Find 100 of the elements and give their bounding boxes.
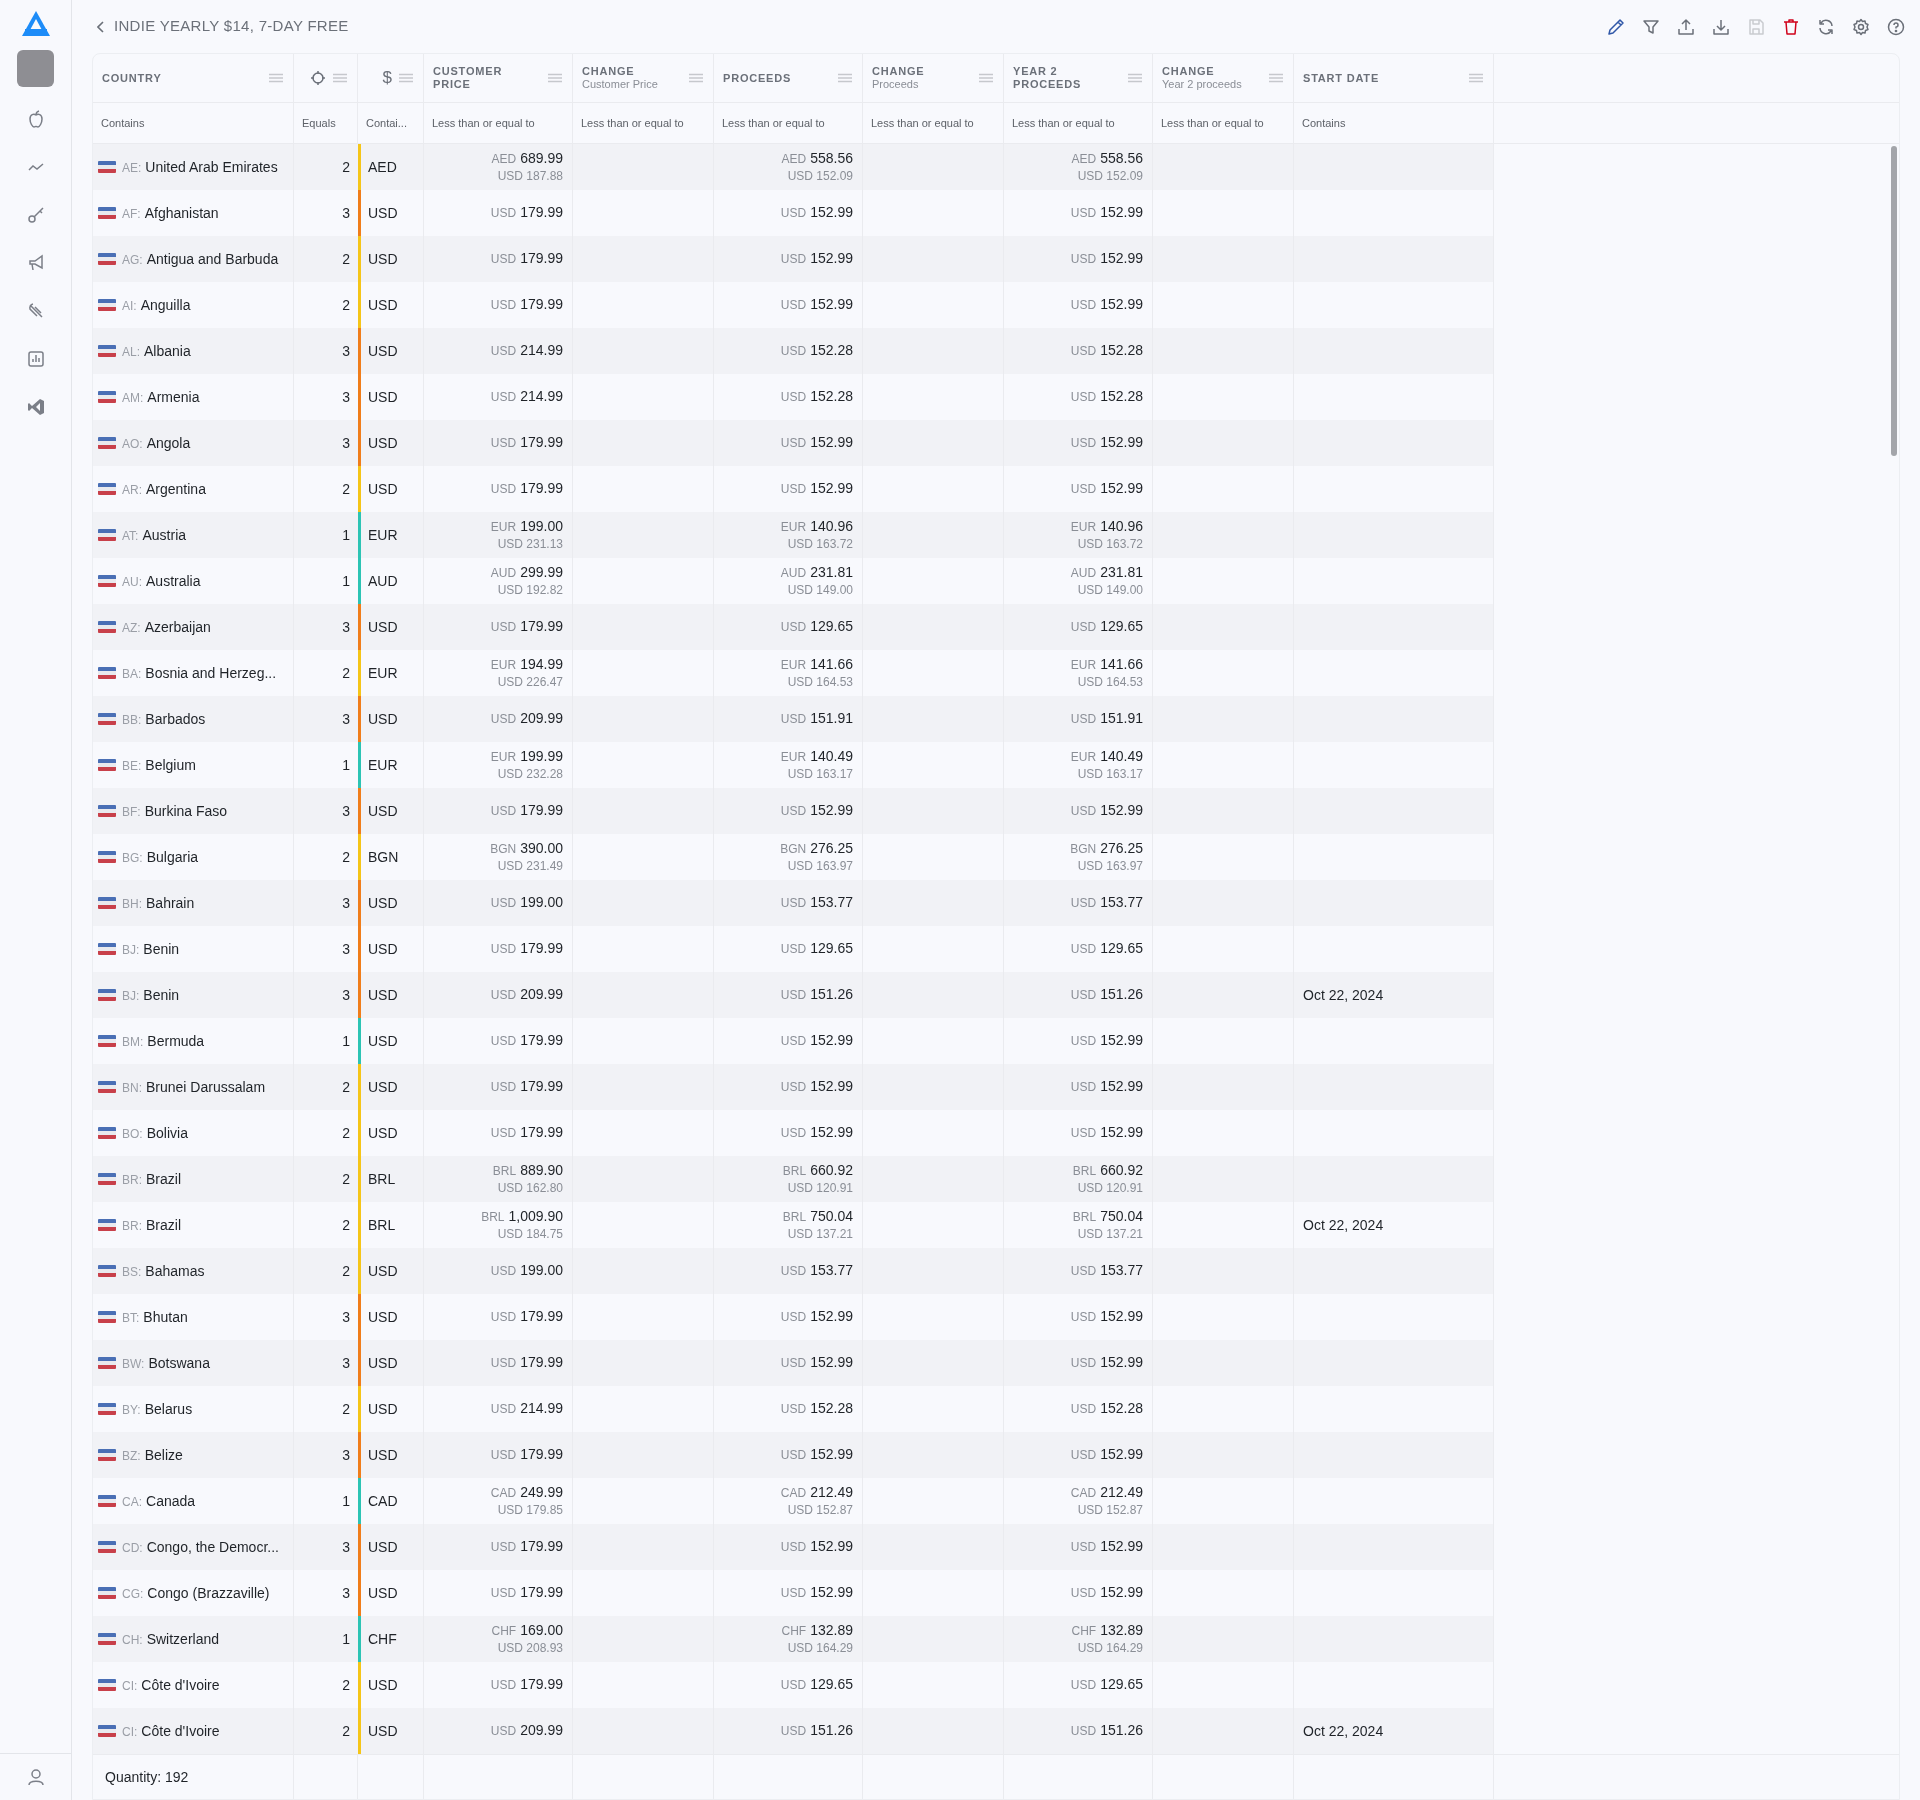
- converted-price: USD 152.09: [787, 167, 853, 185]
- currency-code: USD: [1070, 343, 1097, 360]
- country-code: BJ:: [122, 987, 140, 1005]
- app-logo[interactable]: [20, 10, 51, 38]
- table-row[interactable]: BB: Barbados 3 USD USD 209.99 USD 151.91 USD 151.91: [93, 696, 1494, 742]
- table-row[interactable]: AE: United Arab Emirates 2 AED AED 689.99 USD 187.88 AED 558.56 USD 152.09 AED 558.56 USD 152.09: [93, 144, 1494, 190]
- country-code: AR:: [122, 481, 142, 499]
- converted-price: USD 152.87: [1077, 1501, 1143, 1519]
- table-row[interactable]: BN: Brunei Darussalam 2 USD USD 179.99 USD 152.99 USD 152.99: [93, 1064, 1494, 1110]
- currency-code: USD: [1070, 711, 1097, 728]
- country-code: BY:: [122, 1401, 141, 1419]
- table-row[interactable]: BW: Botswana 3 USD USD 179.99 USD 152.99 USD 152.99: [93, 1340, 1494, 1386]
- country-code: BO:: [122, 1125, 143, 1143]
- filter-field[interactable]: Contains: [1298, 111, 1489, 135]
- price-amount: 209.99: [520, 710, 563, 727]
- tier-number: 2: [342, 1169, 350, 1189]
- currency-code: USD: [490, 1033, 517, 1050]
- country-name: Bahrain: [146, 893, 195, 913]
- currency-code: USD: [490, 251, 517, 268]
- price-amount: 152.99: [810, 250, 853, 267]
- country-name: United Arab Emirates: [145, 157, 278, 177]
- table-row[interactable]: AT: Austria 1 EUR EUR 199.00 USD 231.13 EUR 140.96 USD 163.72 EUR 140.96 USD 163.72: [93, 512, 1494, 558]
- tier-number: 3: [342, 203, 350, 223]
- flag-icon: [98, 207, 116, 219]
- table-row[interactable]: BR: Brazil 2 BRL BRL 889.90 USD 162.80 BRL 660.92 USD 120.91 BRL 660.92 USD 120.91: [93, 1156, 1494, 1202]
- currency-code: USD: [490, 1309, 517, 1326]
- currency-code: USD: [780, 941, 807, 958]
- table-row[interactable]: AZ: Azerbaijan 3 USD USD 179.99 USD 129.65 USD 129.65: [93, 604, 1494, 650]
- table-row[interactable]: BS: Bahamas 2 USD USD 199.00 USD 153.77 USD 153.77: [93, 1248, 1494, 1294]
- price-amount: 276.25: [810, 839, 853, 857]
- price-amount: 179.99: [520, 204, 563, 221]
- table-row[interactable]: BJ: Benin 3 USD USD 209.99 USD 151.26 USD 151.26 Oct 22, 2024: [93, 972, 1494, 1018]
- price-amount: 209.99: [520, 1722, 563, 1739]
- price-amount: 140.96: [1100, 517, 1143, 535]
- table-row[interactable]: CI: Côte d'Ivoire 2 USD USD 209.99 USD 151.26 USD 151.26 Oct 22, 2024: [93, 1708, 1494, 1754]
- apple-icon[interactable]: [26, 109, 45, 129]
- flag-icon: [98, 943, 116, 955]
- price-amount: 153.77: [1100, 894, 1143, 911]
- filter-field[interactable]: Less than or equal to: [577, 111, 709, 135]
- table-row[interactable]: AL: Albania 3 USD USD 214.99 USD 152.28 USD 152.28: [93, 328, 1494, 374]
- price-amount: 750.04: [1100, 1207, 1143, 1225]
- filter-field[interactable]: Less than or equal to: [1157, 111, 1289, 135]
- filter-field[interactable]: Less than or equal to: [428, 111, 568, 135]
- bar-chart-icon[interactable]: [26, 349, 45, 369]
- price-amount: 179.99: [520, 1124, 563, 1141]
- country-code: AU:: [122, 573, 142, 591]
- user-icon[interactable]: [26, 1768, 45, 1786]
- currency-code: USD: [490, 1401, 517, 1418]
- app-avatar[interactable]: [17, 50, 54, 87]
- filter-field[interactable]: Less than or equal to: [1008, 111, 1148, 135]
- tier-number: 3: [342, 1537, 350, 1557]
- currency-code: USD: [1070, 1401, 1097, 1418]
- currency-code: USD: [490, 1355, 517, 1372]
- table-row[interactable]: AG: Antigua and Barbuda 2 USD USD 179.99 USD 152.99 USD 152.99: [93, 236, 1494, 282]
- filter-field[interactable]: Contai...: [362, 111, 419, 135]
- country-code: CI:: [122, 1723, 138, 1741]
- currency-code: USD: [780, 1309, 807, 1326]
- country-name: Bahamas: [145, 1261, 205, 1281]
- flag-icon: [98, 345, 116, 357]
- megaphone-icon[interactable]: [26, 253, 45, 273]
- key-icon[interactable]: [26, 205, 45, 225]
- scrollbar-thumb[interactable]: [1891, 146, 1897, 456]
- filter-field[interactable]: Contains: [97, 111, 289, 135]
- back-chevron-icon[interactable]: [97, 20, 105, 33]
- currency-code: USD: [780, 1585, 807, 1602]
- country-name: Burkina Faso: [144, 801, 228, 821]
- country-name: Austria: [142, 525, 187, 545]
- tier-number: 3: [342, 709, 350, 729]
- currency-code: AED: [491, 150, 517, 168]
- country-name: Brazil: [146, 1215, 182, 1235]
- table-row[interactable]: BZ: Belize 3 USD USD 179.99 USD 152.99 USD 152.99: [93, 1432, 1494, 1478]
- price-amount: 276.25: [1100, 839, 1143, 857]
- code-editor-icon[interactable]: [26, 397, 45, 417]
- currency-code: USD: [367, 1353, 398, 1373]
- converted-price: USD 226.47: [497, 673, 563, 691]
- filter-field[interactable]: Less than or equal to: [718, 111, 858, 135]
- currency-code: USD: [1070, 1723, 1097, 1740]
- currency-code: USD: [780, 251, 807, 268]
- filter-field[interactable]: Equals: [298, 111, 353, 135]
- flag-icon: [98, 1127, 116, 1139]
- country-name: Botswana: [148, 1353, 210, 1373]
- currency-code: USD: [367, 203, 398, 223]
- currency-code: USD: [1070, 251, 1097, 268]
- table-row[interactable]: BF: Burkina Faso 3 USD USD 179.99 USD 152.99 USD 152.99: [93, 788, 1494, 834]
- table-row[interactable]: CH: Switzerland 1 CHF CHF 169.00 USD 208.93 CHF 132.89 USD 164.29 CHF 132.89 USD 164.29: [93, 1616, 1494, 1662]
- table-row[interactable]: BH: Bahrain 3 USD USD 199.00 USD 153.77 USD 153.77: [93, 880, 1494, 926]
- currency-code: CAD: [490, 1484, 517, 1502]
- currency-code: USD: [1070, 987, 1097, 1004]
- flag-icon: [98, 1449, 116, 1461]
- currency-code: USD: [367, 1307, 398, 1327]
- price-amount: 151.26: [1100, 986, 1143, 1003]
- table-row[interactable]: CD: Congo, the Democr... 3 USD USD 179.99 USD 152.99 USD 152.99: [93, 1524, 1494, 1570]
- currency-code: USD: [780, 803, 807, 820]
- table-row[interactable]: AO: Angola 3 USD USD 179.99 USD 152.99 USD 152.99: [93, 420, 1494, 466]
- start-date: Oct 22, 2024: [1303, 985, 1384, 1005]
- price-amount: 152.99: [1100, 802, 1143, 819]
- filter-field[interactable]: Less than or equal to: [867, 111, 999, 135]
- currency-code: USD: [490, 1125, 517, 1142]
- price-amount: 152.99: [1100, 434, 1143, 451]
- price-amount: 152.99: [1100, 296, 1143, 313]
